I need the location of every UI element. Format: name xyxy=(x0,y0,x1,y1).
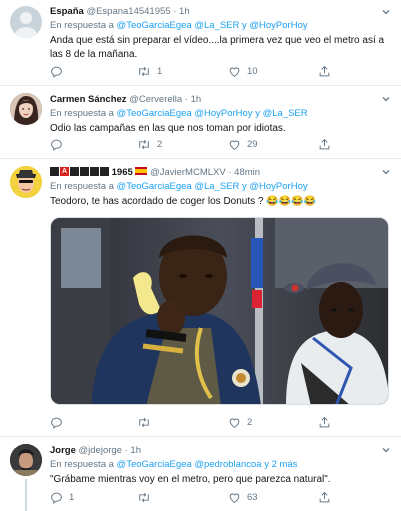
reply-icon xyxy=(51,139,62,151)
share-button[interactable] xyxy=(318,138,331,151)
mention-link[interactable]: @TeoGarciaEgea xyxy=(117,108,192,119)
share-button[interactable] xyxy=(318,65,331,78)
avatar[interactable] xyxy=(10,166,42,198)
mention-link[interactable]: @La_SER xyxy=(263,108,308,119)
like-button[interactable]: 10 xyxy=(228,65,258,78)
display-name[interactable]: España xyxy=(50,6,84,17)
share-icon xyxy=(319,416,330,428)
reply-context: En respuesta a @TeoGarciaEgea @pedroblan… xyxy=(50,459,298,470)
black-square-icon xyxy=(80,167,89,176)
retweet-button[interactable]: 2 xyxy=(137,138,162,151)
share-button[interactable] xyxy=(318,416,331,429)
reply-context: En respuesta a @TeoGarciaEgea @La_SER y … xyxy=(50,20,308,31)
tweet-photo[interactable] xyxy=(50,217,389,405)
reply-button[interactable] xyxy=(50,416,69,429)
tweet[interactable]: Jorge @jdejorge · 1h En respuesta a @Teo… xyxy=(0,437,401,511)
name-emoji-badges: A xyxy=(50,167,109,176)
tweet[interactable]: Carmen Sánchez @Cerverella · 1h En respu… xyxy=(0,86,401,159)
display-name[interactable]: Jorge xyxy=(50,445,76,456)
retweet-button[interactable] xyxy=(137,491,157,504)
timestamp[interactable]: 48min xyxy=(234,167,260,178)
black-square-icon xyxy=(50,167,59,176)
timestamp[interactable]: 1h xyxy=(179,6,190,17)
tweet-text: "Grábame mientras voy en el metro, pero … xyxy=(50,474,331,485)
black-square-icon xyxy=(90,167,99,176)
more-mentions-link[interactable]: 2 más xyxy=(272,459,298,470)
spain-flag-icon xyxy=(135,167,148,175)
timestamp[interactable]: 1h xyxy=(130,445,141,456)
mention-link[interactable]: @La_SER xyxy=(194,181,239,192)
reply-button[interactable] xyxy=(50,138,69,151)
avatar[interactable] xyxy=(10,6,42,38)
reply-context: En respuesta a @TeoGarciaEgea @HoyPorHoy… xyxy=(50,108,308,119)
user-handle[interactable]: @JavierMCMLXV xyxy=(150,167,226,178)
user-handle[interactable]: @Espana14541955 xyxy=(86,6,170,17)
share-button[interactable] xyxy=(318,491,331,504)
retweet-button[interactable] xyxy=(137,416,157,429)
mention-link[interactable]: @pedroblancoa xyxy=(194,459,261,470)
avatar[interactable] xyxy=(10,444,42,476)
display-name[interactable]: Carmen Sánchez xyxy=(50,94,127,105)
mention-link[interactable]: @HoyPorHoy xyxy=(194,108,252,119)
user-handle[interactable]: @jdejorge xyxy=(79,445,122,456)
reply-icon xyxy=(51,417,62,429)
user-handle[interactable]: @Cerverella xyxy=(129,94,182,105)
like-icon xyxy=(229,140,240,150)
share-icon xyxy=(319,138,330,150)
black-square-icon xyxy=(70,167,79,176)
like-icon xyxy=(229,67,240,77)
retweet-icon xyxy=(139,492,149,503)
tweet-text: Anda que está sin preparar el vídeo....l… xyxy=(50,35,385,60)
reply-button[interactable]: 1 xyxy=(50,491,74,504)
tweet-text: Odio las campañas en las que nos toman p… xyxy=(50,123,286,134)
like-button[interactable]: 29 xyxy=(228,138,258,151)
reply-icon xyxy=(51,66,62,78)
tweet-text: Teodoro, te has acordado de coger los Do… xyxy=(50,196,317,207)
mention-link[interactable]: @HoyPorHoy xyxy=(249,181,307,192)
mention-link[interactable]: @TeoGarciaEgea xyxy=(117,459,192,470)
timestamp[interactable]: 1h xyxy=(191,94,202,105)
share-icon xyxy=(319,491,330,503)
mention-link[interactable]: @TeoGarciaEgea xyxy=(117,181,192,192)
share-icon xyxy=(319,65,330,77)
reply-icon xyxy=(51,492,62,504)
mention-link[interactable]: @La_SER xyxy=(194,20,239,31)
mention-link[interactable]: @HoyPorHoy xyxy=(249,20,307,31)
avatar[interactable] xyxy=(10,93,42,125)
black-square-icon xyxy=(100,167,109,176)
retweet-icon xyxy=(139,417,149,428)
reply-button[interactable] xyxy=(50,65,69,78)
tweet[interactable]: A 1965 @JavierMCMLXV · 48min En respuest… xyxy=(0,159,401,437)
retweet-icon xyxy=(139,139,149,150)
thread-line xyxy=(25,479,27,511)
like-icon xyxy=(229,418,240,428)
retweet-button[interactable]: 1 xyxy=(137,65,162,78)
retweet-icon xyxy=(139,66,149,77)
reply-context: En respuesta a @TeoGarciaEgea @La_SER y … xyxy=(50,181,308,192)
red-a-badge-icon: A xyxy=(60,167,69,176)
like-button[interactable]: 2 xyxy=(228,416,252,429)
mention-link[interactable]: @TeoGarciaEgea xyxy=(117,20,192,31)
tweet[interactable]: España @Espana14541955 · 1h En respuesta… xyxy=(0,0,401,86)
display-name[interactable]: 1965 xyxy=(112,167,133,178)
like-button[interactable]: 63 xyxy=(228,491,258,504)
like-icon xyxy=(229,493,240,503)
